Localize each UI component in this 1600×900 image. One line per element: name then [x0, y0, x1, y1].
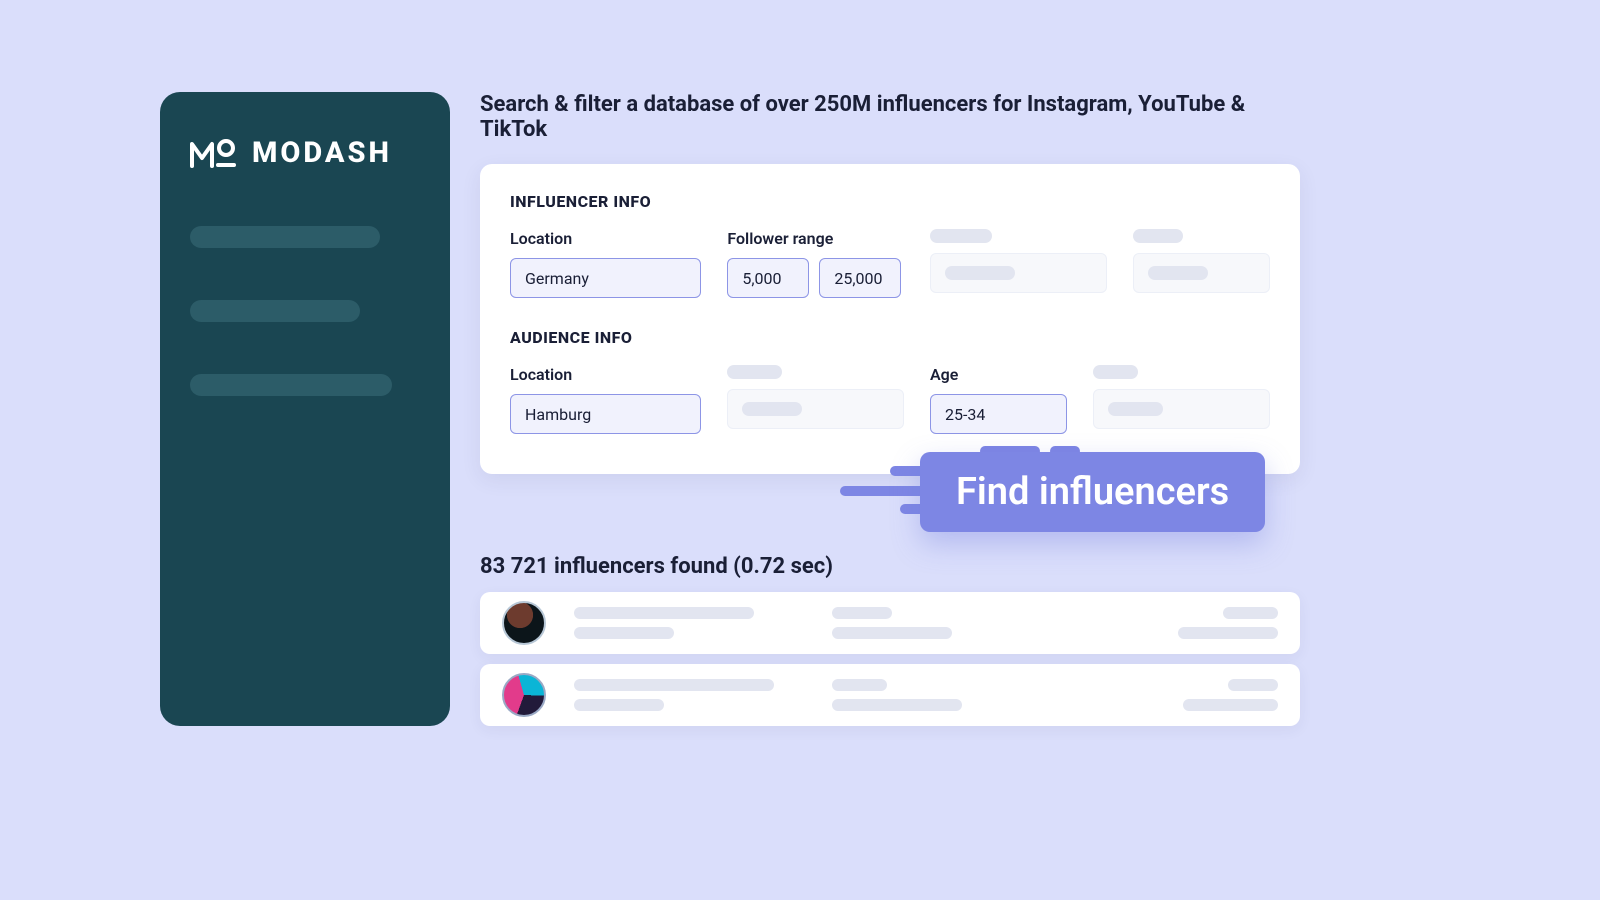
influencer-section-label: INFLUENCER INFO: [510, 192, 1270, 211]
placeholder-input[interactable]: [930, 253, 1107, 293]
modash-mark-icon: [190, 138, 238, 168]
influencer-location-input[interactable]: Germany: [510, 258, 701, 298]
filter-card: INFLUENCER INFO Location Germany Followe…: [480, 164, 1300, 474]
placeholder-input[interactable]: [727, 389, 904, 429]
sidebar: MODASH: [160, 92, 450, 726]
follower-range-label: Follower range: [727, 229, 904, 248]
audience-location-input[interactable]: Hamburg: [510, 394, 701, 434]
influencer-location-label: Location: [510, 229, 701, 248]
sidebar-item-placeholder[interactable]: [190, 300, 360, 322]
follower-max-input[interactable]: 25,000: [819, 258, 901, 298]
placeholder-label: [1133, 229, 1183, 243]
audience-section-label: AUDIENCE INFO: [510, 328, 1270, 347]
main-content: Search & filter a database of over 250M …: [480, 92, 1300, 474]
audience-location-label: Location: [510, 365, 701, 384]
audience-age-input[interactable]: 25-34: [930, 394, 1067, 434]
result-row[interactable]: [480, 592, 1300, 654]
avatar: [502, 601, 546, 645]
brand-name: MODASH: [252, 136, 392, 170]
sidebar-item-placeholder[interactable]: [190, 374, 392, 396]
avatar: [502, 673, 546, 717]
find-influencers-button[interactable]: Find influencers: [920, 452, 1265, 532]
follower-min-input[interactable]: 5,000: [727, 258, 809, 298]
results-count-heading: 83 721 influencers found (0.72 sec): [480, 554, 833, 579]
sidebar-item-placeholder[interactable]: [190, 226, 380, 248]
result-row[interactable]: [480, 664, 1300, 726]
placeholder-label: [930, 229, 992, 243]
placeholder-input[interactable]: [1133, 253, 1270, 293]
brand-logo: MODASH: [190, 136, 420, 170]
placeholder-label: [727, 365, 782, 379]
placeholder-label: [1093, 365, 1138, 379]
page-headline: Search & filter a database of over 250M …: [480, 92, 1300, 142]
audience-age-label: Age: [930, 365, 1067, 384]
placeholder-input[interactable]: [1093, 389, 1270, 429]
